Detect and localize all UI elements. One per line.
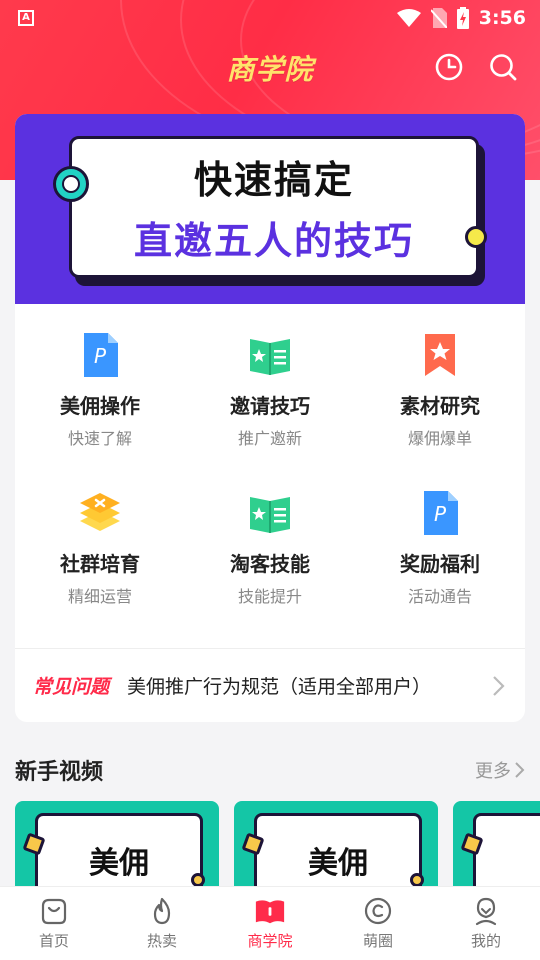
tab-home[interactable]: 首页 (0, 887, 108, 960)
tab-circle[interactable]: 萌圈 (324, 887, 432, 960)
book-icon (255, 900, 285, 924)
category-subtitle: 推广邀新 (237, 429, 302, 448)
banner-bubble: 快速搞定 直邀五人的技巧 (69, 136, 479, 278)
video-dot-decoration (191, 873, 205, 887)
profile-icon (475, 897, 497, 926)
video-card[interactable]: 美佣 (15, 801, 219, 887)
document-p-icon: P (84, 333, 118, 377)
svg-text:P: P (94, 344, 107, 368)
category-subtitle: 爆佣爆单 (407, 429, 472, 448)
banner-ring-decoration (53, 166, 89, 202)
category-title: 美佣操作 (60, 394, 140, 418)
home-bag-icon (41, 898, 67, 925)
video-card-paper: 美佣 (35, 813, 203, 887)
category-subtitle: 快速了解 (67, 429, 132, 448)
video-dot-decoration (410, 873, 424, 887)
category-item[interactable]: 社群培育 精细运营 (15, 488, 185, 644)
video-card-paper: 美佣 (254, 813, 422, 887)
battery-icon (456, 7, 469, 29)
category-title: 淘客技能 (230, 552, 310, 576)
notification-app-icon: A (18, 10, 34, 26)
category-title: 社群培育 (60, 552, 140, 576)
history-button[interactable] (434, 52, 464, 82)
video-title: 美佣 (89, 846, 149, 881)
search-icon (490, 54, 517, 81)
video-card[interactable]: 美佣 (234, 801, 438, 887)
status-time: 3:56 (478, 7, 526, 29)
tab-mine[interactable]: 我的 (432, 887, 540, 960)
faq-text: 美佣推广行为规范（适用全部用户） (127, 676, 432, 698)
main-card: 快速搞定 直邀五人的技巧 P 美佣操作 快速了解 邀请技巧 推广邀新 素材研究 … (15, 114, 525, 722)
tab-label: 萌圈 (362, 932, 393, 950)
svg-text:P: P (434, 502, 447, 526)
chat-circle-icon (364, 897, 392, 925)
status-bar: A 3:56 (0, 0, 540, 36)
category-title: 邀请技巧 (230, 394, 310, 418)
category-item[interactable]: 淘客技能 技能提升 (185, 488, 355, 644)
bottom-tab-bar: 首页 热卖 商学院 萌圈 我的 (0, 886, 540, 960)
search-button[interactable] (488, 52, 518, 82)
tab-label: 商学院 (247, 932, 293, 950)
category-title: 素材研究 (400, 394, 480, 418)
more-link[interactable]: 更多 (475, 757, 525, 783)
category-subtitle: 精细运营 (67, 587, 132, 606)
chevron-right-icon (515, 762, 525, 778)
video-title: 美佣 (308, 846, 368, 881)
section-header: 新手视频 更多 (15, 752, 525, 788)
tab-label: 首页 (38, 932, 69, 950)
promo-banner[interactable]: 快速搞定 直邀五人的技巧 (15, 114, 525, 304)
faq-tag: 常见问题 (33, 676, 110, 698)
category-item[interactable]: 素材研究 爆佣爆单 (355, 330, 525, 488)
no-sim-icon (430, 8, 447, 28)
page-title: 商学院 (226, 53, 314, 86)
banner-line1: 快速搞定 (193, 158, 354, 202)
category-item[interactable]: P 奖励福利 活动通告 (355, 488, 525, 644)
video-card-paper (473, 813, 540, 887)
category-item[interactable]: P 美佣操作 快速了解 (15, 330, 185, 488)
category-title: 奖励福利 (400, 552, 480, 576)
clock-icon (435, 53, 463, 81)
open-book-icon (250, 339, 290, 375)
tab-label: 我的 (470, 932, 501, 950)
tab-label: 热卖 (146, 932, 177, 950)
banner-line2: 直邀五人的技巧 (133, 219, 414, 263)
category-grid: P 美佣操作 快速了解 邀请技巧 推广邀新 素材研究 爆佣爆单 社群培育 精细运… (15, 304, 525, 644)
top-nav: 商学院 (0, 44, 540, 92)
more-label: 更多 (475, 761, 511, 782)
tab-hot[interactable]: 热卖 (108, 887, 216, 960)
video-list: 美佣 美佣 (15, 801, 540, 887)
category-subtitle: 活动通告 (407, 587, 472, 606)
wifi-icon (396, 9, 421, 27)
document-p-icon: P (424, 491, 458, 535)
banner-dot-decoration (465, 226, 487, 248)
video-card[interactable] (453, 801, 540, 887)
tab-academy[interactable]: 商学院 (216, 887, 324, 960)
layers-icon (80, 493, 120, 531)
chevron-right-icon (493, 675, 505, 696)
category-subtitle: 技能提升 (237, 587, 302, 606)
faq-row[interactable]: 常见问题 美佣推广行为规范（适用全部用户） (15, 648, 525, 722)
section-title: 新手视频 (15, 760, 104, 785)
flame-icon (153, 897, 171, 925)
bookmark-star-icon (425, 334, 455, 376)
open-book-icon (250, 497, 290, 533)
category-item[interactable]: 邀请技巧 推广邀新 (185, 330, 355, 488)
